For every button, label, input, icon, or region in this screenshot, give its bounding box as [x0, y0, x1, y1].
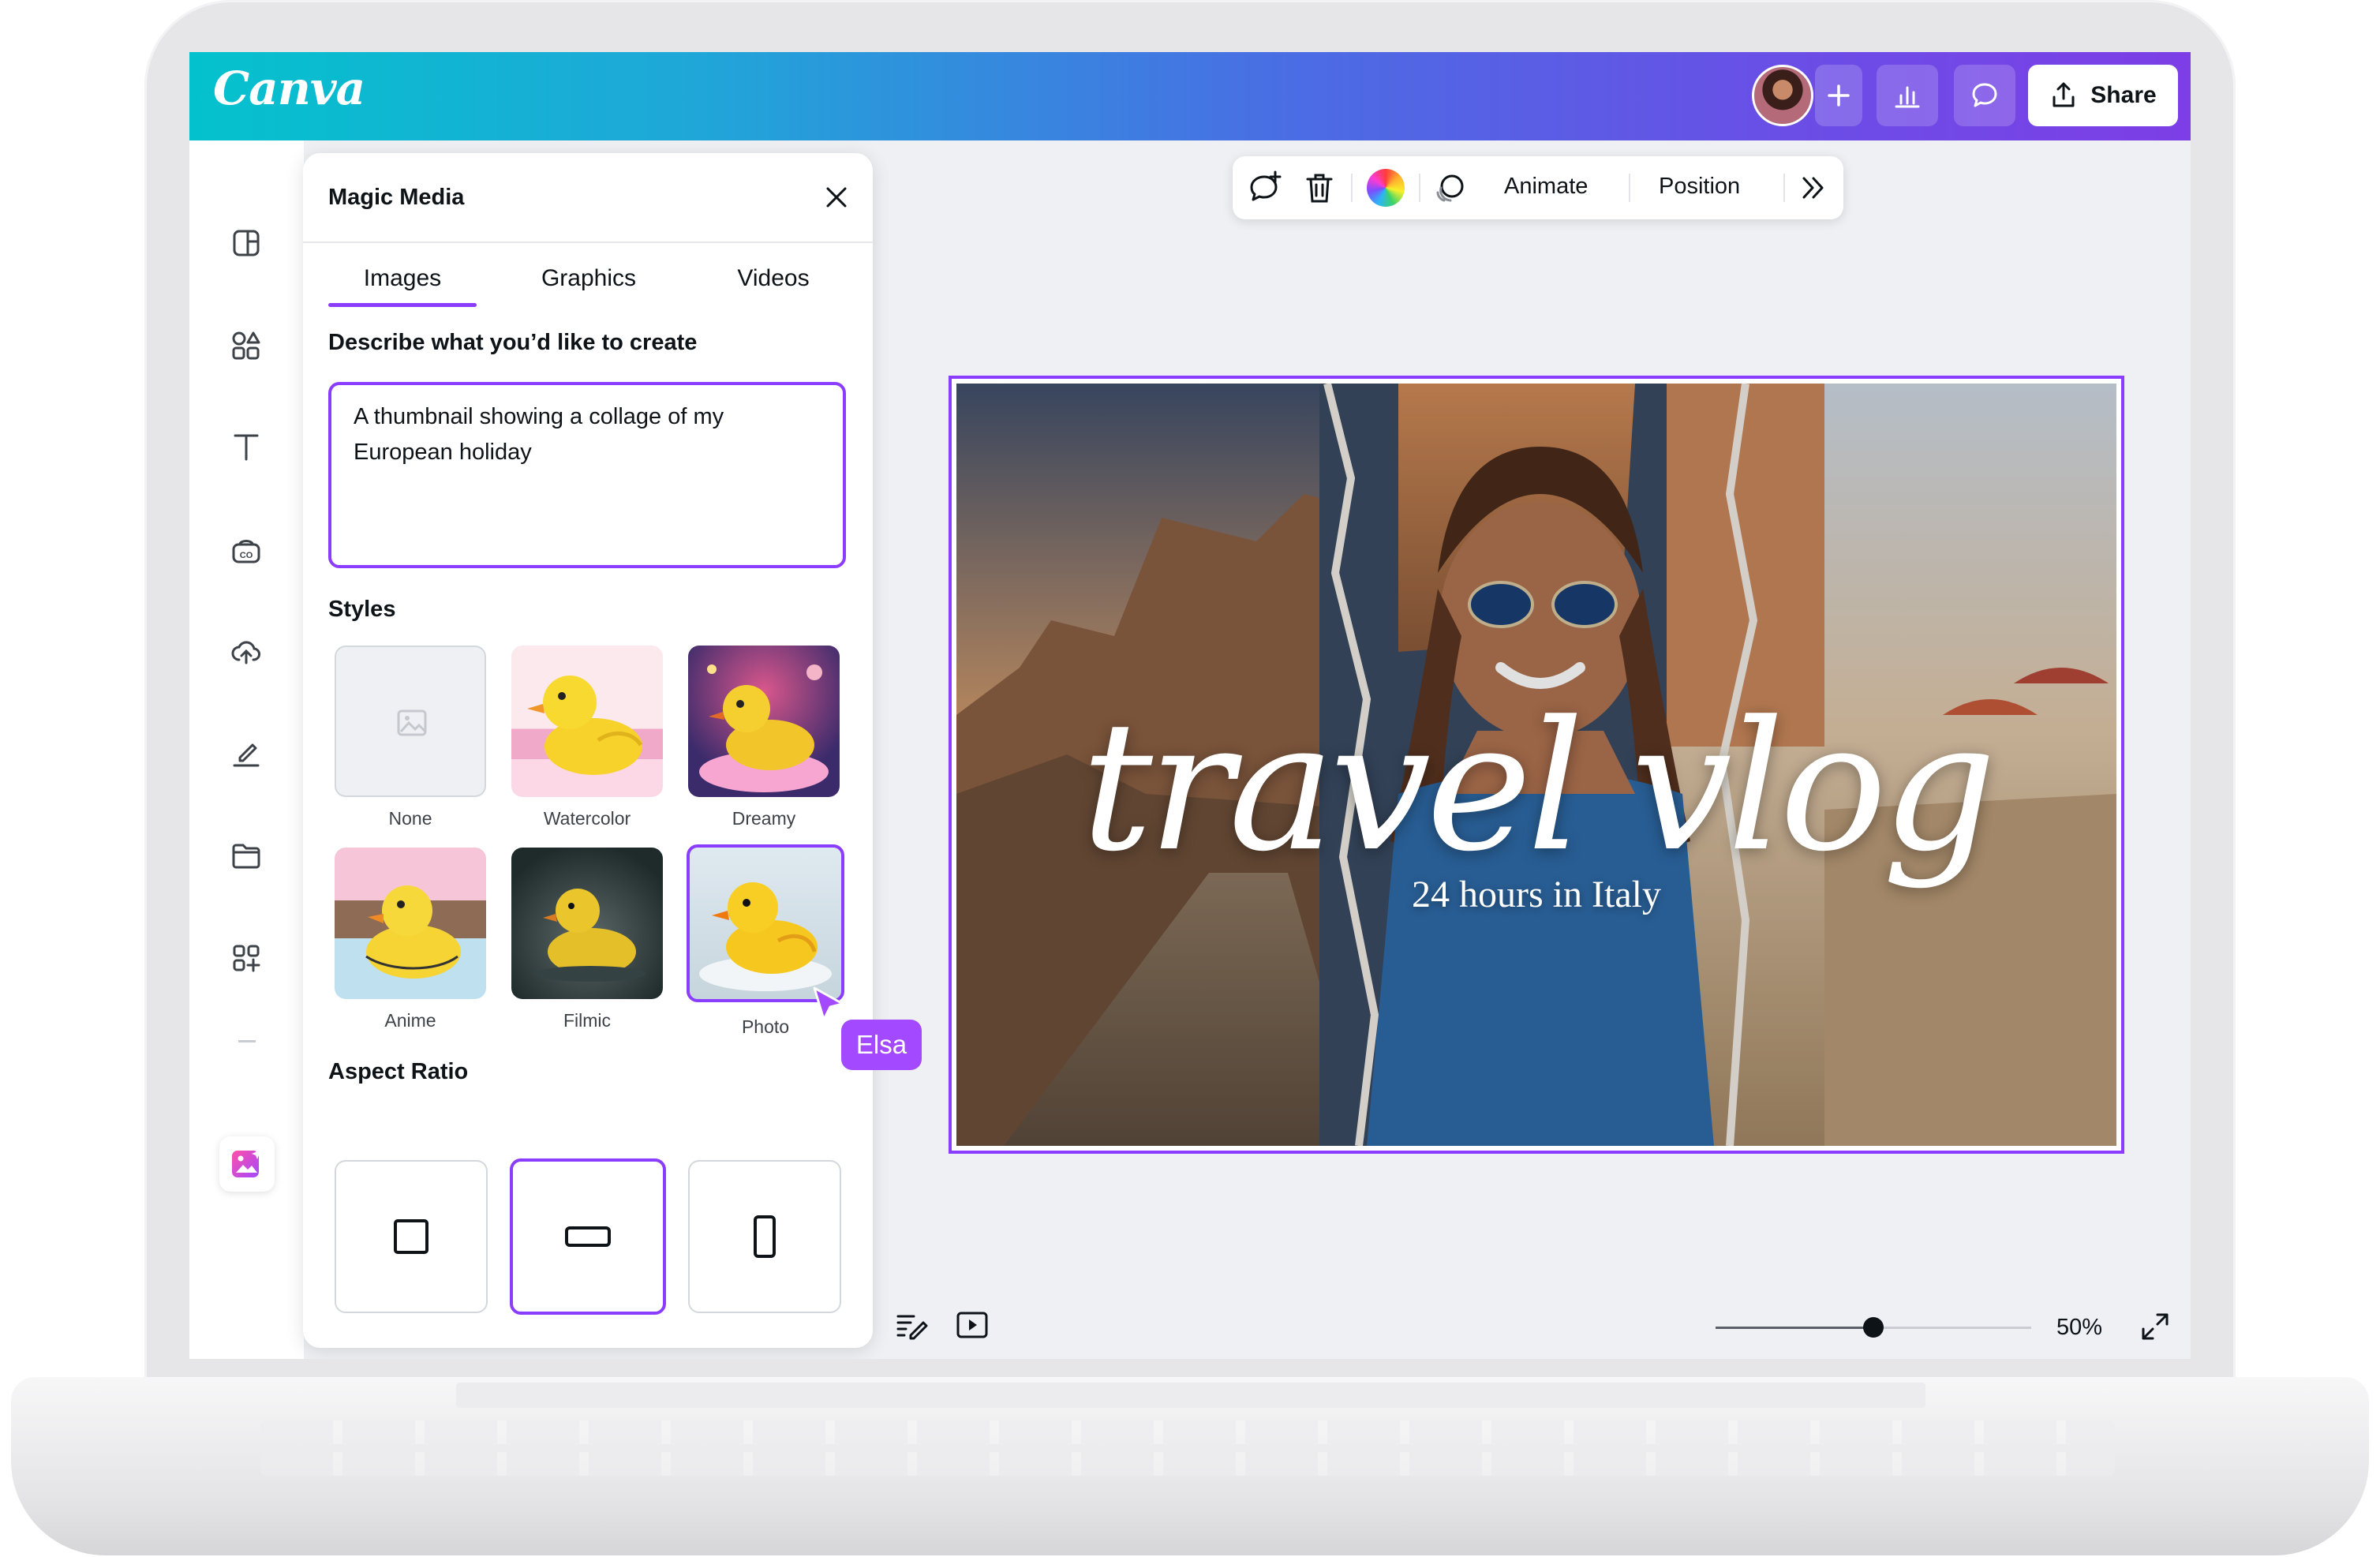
more-chevrons-icon[interactable]: [1799, 174, 1828, 202]
zoom-slider-knob[interactable]: [1863, 1317, 1884, 1338]
square-ratio-icon: [394, 1219, 428, 1254]
magic-media-icon: [232, 1148, 263, 1177]
notes-icon[interactable]: [895, 1308, 928, 1342]
style-anime-caption: Anime: [384, 1010, 436, 1031]
style-watercolor-card[interactable]: [511, 646, 663, 797]
design-canvas[interactable]: travel vlog 24 hours in Italy: [949, 376, 2124, 1154]
color-icon[interactable]: [1367, 169, 1405, 207]
present-icon[interactable]: [955, 1308, 990, 1342]
brand-icon[interactable]: CO: [227, 530, 265, 568]
magic-media-panel: Magic Media Images Graphics Videos Descr…: [303, 153, 873, 1348]
laptop-hinge: [456, 1383, 1925, 1408]
active-tab-indicator: [328, 303, 477, 307]
style-dreamy-caption: Dreamy: [732, 808, 796, 829]
duck-dreamy-icon: [699, 664, 829, 792]
floating-toolbar: Animate Position: [1233, 156, 1843, 219]
describe-label: Describe what you’d like to create: [328, 330, 698, 355]
toolbar-separator: [1783, 174, 1785, 202]
top-bar: Canva Share: [189, 52, 2191, 140]
left-rail: CO: [189, 140, 304, 1359]
styles-label: Styles: [328, 597, 396, 622]
panel-title: Magic Media: [328, 185, 465, 210]
rail-divider: [238, 1040, 256, 1042]
aspect-portrait-option[interactable]: [688, 1160, 841, 1313]
avatar[interactable]: [1752, 65, 1813, 126]
image-placeholder-icon: [397, 709, 427, 736]
animate-icon: [1436, 174, 1464, 202]
draw-icon[interactable]: [227, 734, 265, 772]
canva-logo[interactable]: Canva: [213, 62, 365, 115]
projects-icon[interactable]: [227, 837, 265, 874]
close-button[interactable]: [819, 180, 854, 215]
svg-text:CO: CO: [240, 551, 253, 560]
tab-images[interactable]: Images: [324, 265, 481, 292]
portrait-ratio-icon: [754, 1215, 776, 1258]
style-filmic-card[interactable]: [511, 848, 663, 999]
style-none-card[interactable]: [335, 646, 486, 797]
insights-icon: [1895, 86, 1920, 108]
duck-photo-icon: [699, 882, 832, 991]
tab-videos[interactable]: Videos: [694, 265, 852, 292]
aspect-ratio-label: Aspect Ratio: [328, 1059, 469, 1084]
toolbar-separator: [1351, 174, 1353, 202]
add-collaborator-button[interactable]: [1815, 65, 1862, 126]
add-comment-icon[interactable]: [1247, 170, 1283, 207]
position-button[interactable]: Position: [1659, 174, 1740, 200]
zoom-level[interactable]: 50%: [2056, 1315, 2102, 1341]
close-icon: [826, 187, 847, 208]
style-none-caption: None: [388, 808, 432, 829]
insights-button[interactable]: [1877, 65, 1938, 126]
style-filmic-caption: Filmic: [563, 1010, 612, 1031]
uploads-icon[interactable]: [227, 633, 265, 671]
canvas-subtitle[interactable]: 24 hours in Italy: [956, 873, 2116, 916]
apps-icon[interactable]: [227, 939, 265, 977]
collaborator-cursor-icon: [813, 986, 844, 1021]
screen: Canva Share CO Magic Media Images Graphi…: [189, 52, 2191, 1359]
zoom-slider-fill: [1716, 1327, 1873, 1329]
landscape-ratio-icon: [565, 1226, 611, 1247]
style-watercolor-caption: Watercolor: [543, 808, 631, 829]
comment-icon: [1972, 83, 1997, 107]
duck-watercolor-icon: [527, 676, 643, 775]
style-anime-card[interactable]: [335, 848, 486, 999]
trash-icon[interactable]: [1304, 172, 1335, 205]
travel-collage-image: travel vlog 24 hours in Italy: [956, 384, 2116, 1146]
toolbar-separator: [1629, 174, 1630, 202]
duck-anime-icon: [365, 885, 461, 979]
tab-graphics[interactable]: Graphics: [510, 265, 668, 292]
share-upload-icon: [2053, 82, 2075, 107]
prompt-input[interactable]: A thumbnail showing a collage of my Euro…: [328, 382, 846, 568]
text-icon[interactable]: [227, 428, 265, 466]
style-dreamy-card[interactable]: [688, 646, 840, 797]
keyboard-row: [260, 1420, 2115, 1444]
panel-divider: [303, 241, 873, 243]
duck-filmic-icon: [535, 889, 646, 982]
aspect-landscape-option[interactable]: [510, 1158, 666, 1315]
canvas-title[interactable]: travel vlog: [956, 683, 2116, 891]
collaborator-name-tag: Elsa: [841, 1020, 922, 1070]
fullscreen-icon[interactable]: [2139, 1310, 2172, 1343]
magic-media-rail-item[interactable]: [219, 1136, 275, 1192]
templates-icon[interactable]: [227, 224, 265, 262]
aspect-square-option[interactable]: [335, 1160, 488, 1313]
elements-icon[interactable]: [227, 327, 265, 365]
share-button[interactable]: Share: [2028, 65, 2178, 126]
plus-icon: [1828, 84, 1850, 107]
animate-button[interactable]: Animate: [1504, 174, 1588, 200]
share-label: Share: [2090, 82, 2157, 108]
comment-button[interactable]: [1954, 65, 2015, 126]
keyboard-row: [260, 1452, 2115, 1476]
style-photo-card[interactable]: [687, 844, 844, 1002]
toolbar-separator: [1419, 174, 1420, 202]
